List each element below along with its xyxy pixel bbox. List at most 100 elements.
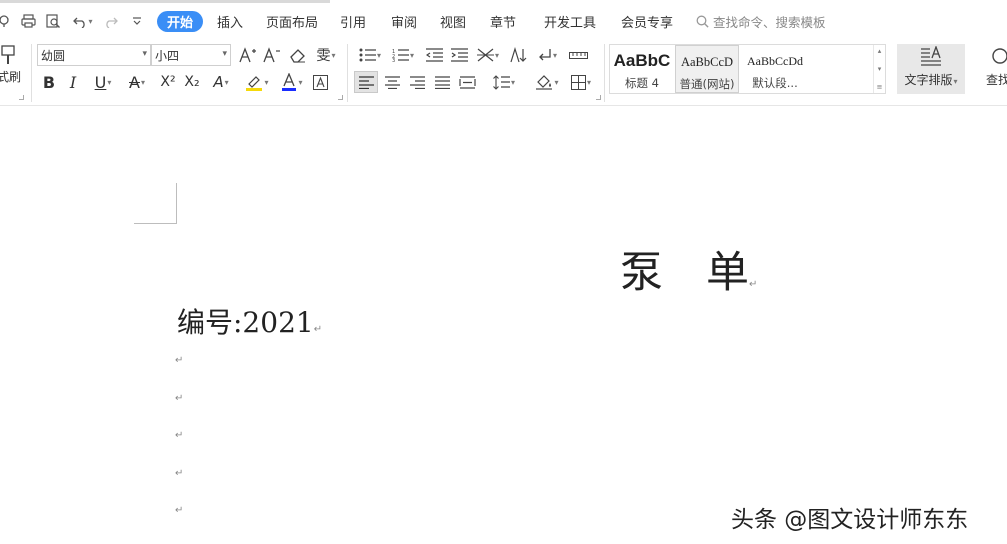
character-border-icon xyxy=(312,74,328,90)
empty-paragraph[interactable]: ↵ xyxy=(175,505,183,516)
grow-font-button[interactable] xyxy=(238,44,258,66)
show-marks-button[interactable]: ▾ xyxy=(533,44,561,66)
format-painter-button[interactable]: 式刷 xyxy=(0,44,24,94)
clipboard-dialog-launcher[interactable] xyxy=(19,95,24,100)
indent-icon xyxy=(450,48,468,62)
margin-crop-mark xyxy=(176,183,177,224)
align-center-button[interactable] xyxy=(381,71,403,93)
style-name: 普通(网站) xyxy=(679,77,735,91)
style-default-paragraph[interactable]: AaBbCcDd 默认段... xyxy=(741,45,809,93)
superscript-button[interactable]: X² xyxy=(158,71,178,93)
find-replace-label: 查找 xyxy=(985,73,1007,87)
tab-developer[interactable]: 开发工具 xyxy=(540,11,600,32)
align-left-button[interactable] xyxy=(354,71,378,93)
style-name: 默认段... xyxy=(752,76,798,90)
customize-toolbar-icon[interactable] xyxy=(130,12,144,30)
ribbon-separator xyxy=(347,44,348,102)
ribbon-home: 式刷 幼圆 ▾ 小四 ▾ 雯 ▾ B I U ▾ A ▾ X² X₂ A ▾ ▾ ▾ ▾ xyxy=(0,40,1007,106)
document-number-text: 编号:2021 xyxy=(177,306,314,339)
redo-icon[interactable] xyxy=(103,12,119,30)
borders-button[interactable]: ▾ xyxy=(566,71,596,93)
char-border-button[interactable] xyxy=(311,71,329,93)
empty-paragraph[interactable]: ↵ xyxy=(175,430,183,441)
line-spacing-button[interactable]: ▾ xyxy=(490,71,518,93)
shading-button[interactable]: ▾ xyxy=(531,71,563,93)
more-styles-icon[interactable]: ≡ xyxy=(877,83,883,91)
chevron-up-icon[interactable]: ▴ xyxy=(878,47,882,55)
distributed-icon xyxy=(458,75,476,89)
distributed-button[interactable] xyxy=(456,71,478,93)
increase-indent-button[interactable] xyxy=(449,44,469,66)
phonetic-guide-button[interactable]: 雯 ▾ xyxy=(311,44,341,66)
borders-icon xyxy=(570,74,586,90)
tab-insert[interactable]: 插入 xyxy=(213,11,247,32)
undo-icon[interactable]: ▾ xyxy=(70,12,96,30)
justify-button[interactable] xyxy=(431,71,453,93)
clear-format-button[interactable] xyxy=(287,44,307,66)
empty-paragraph[interactable]: ↵ xyxy=(175,393,183,404)
font-name-value: 幼圆 xyxy=(41,48,66,63)
font-color-button[interactable]: ▾ xyxy=(277,71,307,93)
font-name-select[interactable]: 幼圆 ▾ xyxy=(37,44,151,66)
font-dialog-launcher[interactable] xyxy=(338,95,343,100)
tab-home[interactable]: 开始 xyxy=(157,11,204,32)
search-icon xyxy=(992,48,1007,64)
chinese-layout-icon xyxy=(476,48,494,62)
shrink-font-button[interactable] xyxy=(262,44,282,66)
style-sample: AaBbCcD xyxy=(680,55,734,69)
command-search[interactable]: 查找命令、搜索模板 xyxy=(696,11,826,32)
toolbar-overflow-icon[interactable] xyxy=(0,12,12,30)
empty-paragraph[interactable]: ↵ xyxy=(175,355,183,366)
ribbon-separator xyxy=(31,44,32,102)
line-spacing-icon xyxy=(493,74,510,90)
text-direction-button[interactable] xyxy=(508,44,528,66)
tab-references[interactable]: 引用 xyxy=(336,11,370,32)
paragraph-dialog-launcher[interactable] xyxy=(596,95,601,100)
strikethrough-icon: A xyxy=(129,72,140,92)
chinese-layout-button[interactable]: ▾ xyxy=(474,44,502,66)
empty-paragraph[interactable]: ↵ xyxy=(175,468,183,479)
sort-icon xyxy=(509,47,526,63)
menu-bar: ▾ 开始 插入 页面布局 引用 审阅 视图 章节 开发工具 会员专享 查找命令、… xyxy=(0,0,1007,40)
print-preview-icon[interactable] xyxy=(44,12,62,30)
tab-member[interactable]: 会员专享 xyxy=(617,11,677,32)
subscript-button[interactable]: X₂ xyxy=(182,71,202,93)
document-page[interactable]: 泵 单↵ 编号:2021↵ ↵ ↵ ↵ ↵ ↵ 头条 @图文设计师东东 xyxy=(0,107,1007,544)
tab-review[interactable]: 审阅 xyxy=(387,11,421,32)
text-effect-button[interactable]: A ▾ xyxy=(207,71,235,93)
numbering-button[interactable]: 1 2 3 ▾ xyxy=(390,44,416,66)
tab-chapter[interactable]: 章节 xyxy=(486,11,520,32)
font-size-select[interactable]: 小四 ▾ xyxy=(151,44,231,66)
paragraph-mark-icon xyxy=(539,49,551,61)
grow-font-icon xyxy=(239,47,256,63)
tab-view[interactable]: 视图 xyxy=(436,11,470,32)
document-number-line[interactable]: 编号:2021↵ xyxy=(177,301,322,341)
document-title[interactable]: 泵 单↵ xyxy=(620,238,757,300)
style-sample: AaBbC xyxy=(613,51,671,70)
bold-button[interactable]: B xyxy=(40,71,58,93)
strikethrough-button[interactable]: A ▾ xyxy=(122,71,152,93)
italic-button[interactable]: I xyxy=(64,71,82,93)
paragraph-mark: ↵ xyxy=(749,279,758,290)
tab-page-layout[interactable]: 页面布局 xyxy=(262,11,322,32)
style-normal-web[interactable]: AaBbCcD 普通(网站) xyxy=(675,45,739,93)
bullet-list-icon xyxy=(359,48,376,62)
align-right-button[interactable] xyxy=(406,71,428,93)
styles-scroll[interactable]: ▴ ▾ ≡ xyxy=(873,45,885,93)
tab-stops-button[interactable] xyxy=(567,44,589,66)
decrease-indent-button[interactable] xyxy=(424,44,444,66)
style-heading-4[interactable]: AaBbC 标题 4 xyxy=(610,45,674,93)
highlight-button[interactable]: ▾ xyxy=(241,71,273,93)
text-layout-button[interactable]: 文字排版▾ xyxy=(897,44,965,94)
print-icon[interactable] xyxy=(19,12,37,30)
chevron-down-icon[interactable]: ▾ xyxy=(878,65,882,73)
font-color-icon xyxy=(282,73,297,91)
subscript-icon: X₂ xyxy=(184,74,200,90)
underline-icon: U xyxy=(94,72,107,92)
styles-gallery: AaBbC 标题 4 AaBbCcD 普通(网站) AaBbCcDd 默认段..… xyxy=(609,44,886,94)
underline-button[interactable]: U ▾ xyxy=(88,71,118,93)
bullets-button[interactable]: ▾ xyxy=(357,44,383,66)
find-replace-button[interactable]: 查找 xyxy=(978,44,1007,94)
superscript-icon: X² xyxy=(160,74,176,90)
paint-bucket-icon xyxy=(536,75,553,90)
